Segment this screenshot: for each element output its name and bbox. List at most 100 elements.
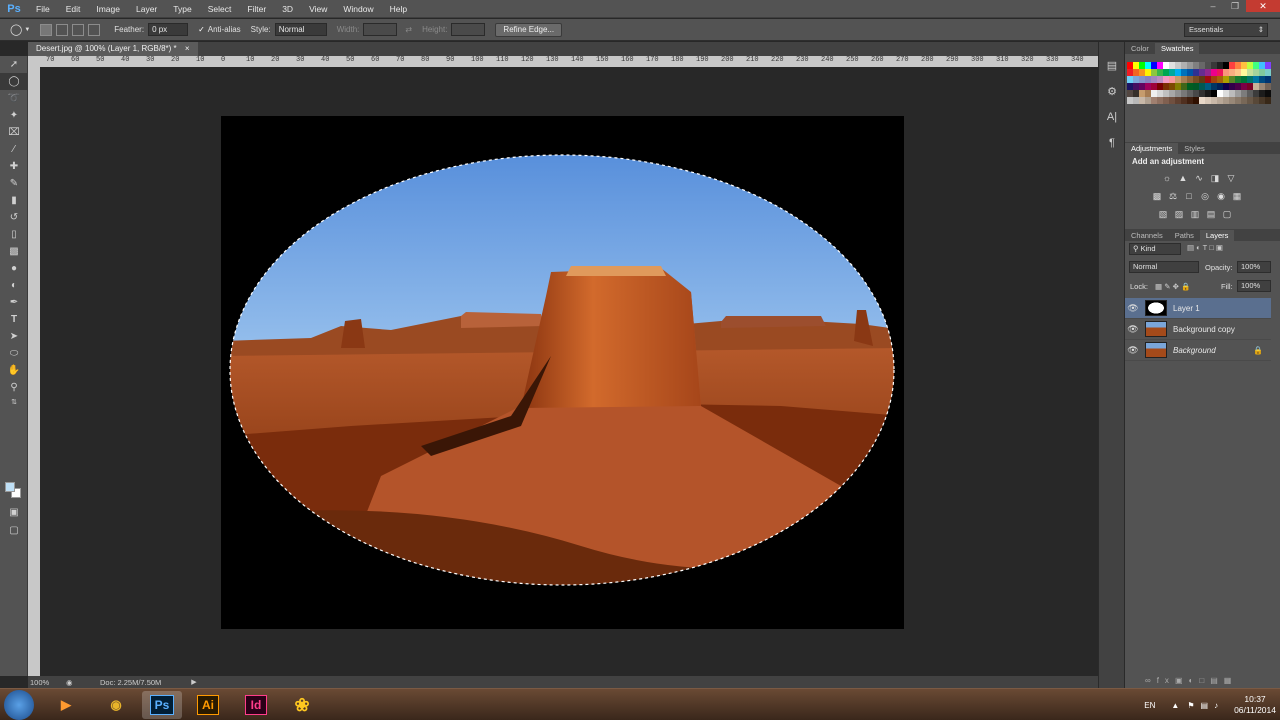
menu-filter[interactable]: Filter	[239, 0, 274, 18]
antialias-control[interactable]: ✓ Anti-alias	[198, 25, 241, 34]
menu-type[interactable]: Type	[165, 0, 199, 18]
lock-transparent-icon[interactable]: ▦	[1155, 282, 1162, 291]
subtract-selection-icon[interactable]	[72, 23, 85, 36]
pixel-filter-icon[interactable]: ▤	[1187, 243, 1194, 252]
network-icon[interactable]: ▤	[1201, 701, 1209, 710]
menu-view[interactable]: View	[301, 0, 335, 18]
width-input[interactable]	[363, 23, 398, 36]
gradient-tool-icon[interactable]: ▩	[0, 243, 28, 260]
ellipse-shape-tool-icon[interactable]: ⬭	[0, 345, 28, 362]
eye-icon[interactable]: 👁	[1125, 324, 1141, 335]
photo-filter-icon[interactable]: ◎	[1199, 190, 1211, 202]
fx-icon[interactable]: fx	[1157, 676, 1175, 685]
zoom-level[interactable]: 100%	[30, 678, 60, 687]
invert-icon[interactable]: ▧	[1157, 208, 1169, 220]
channel-mixer-icon[interactable]: ◉	[1215, 190, 1227, 202]
restore-icon[interactable]: ❐	[1224, 0, 1246, 12]
brightness-icon[interactable]: ☼	[1161, 172, 1173, 184]
menu-image[interactable]: Image	[88, 0, 128, 18]
chrome-icon[interactable]: ◉	[96, 691, 136, 719]
show-hidden-icons-icon[interactable]: ▲	[1171, 701, 1179, 710]
swap-colors-icon[interactable]: ⇅	[0, 396, 28, 408]
link-layers-icon[interactable]: ∞	[1145, 676, 1157, 685]
canvas-area[interactable]	[40, 67, 1098, 676]
color-swatch[interactable]	[1265, 83, 1271, 90]
height-input[interactable]	[451, 23, 486, 36]
elliptical-marquee-tool-icon[interactable]: ◯	[0, 73, 28, 90]
shape-filter-icon[interactable]: □	[1209, 243, 1214, 252]
move-tool-icon[interactable]: ➚	[0, 56, 28, 73]
close-tab-icon[interactable]: ×	[185, 44, 190, 53]
type-filter-icon[interactable]: T	[1203, 243, 1207, 252]
menu-help[interactable]: Help	[382, 0, 415, 18]
menu-window[interactable]: Window	[335, 0, 381, 18]
clock[interactable]: 10:37 06/11/2014	[1234, 694, 1276, 716]
quick-mask-icon[interactable]: ▣	[0, 504, 28, 521]
swatches-grid[interactable]	[1127, 62, 1273, 104]
tab-color[interactable]: Color	[1125, 43, 1155, 54]
eraser-tool-icon[interactable]: ▯	[0, 226, 28, 243]
curves-icon[interactable]: ∿	[1193, 172, 1205, 184]
start-button[interactable]	[4, 690, 34, 720]
lasso-tool-icon[interactable]: ➰	[0, 90, 28, 107]
paragraph-panel-icon[interactable]: ¶	[1099, 130, 1125, 156]
layer-filter-kind[interactable]: ⚲ Kind	[1129, 243, 1181, 255]
intersect-selection-icon[interactable]	[88, 23, 101, 36]
status-info-icon[interactable]: ◉	[66, 678, 78, 687]
minimize-icon[interactable]: –	[1202, 0, 1224, 12]
color-balance-icon[interactable]: ⚖	[1167, 190, 1179, 202]
color-swatch[interactable]	[1265, 69, 1271, 76]
layer-row[interactable]: 👁 Background 🔒	[1125, 340, 1271, 361]
close-icon[interactable]: ✕	[1246, 0, 1280, 12]
eye-icon[interactable]: 👁	[1125, 345, 1141, 356]
adjustment-filter-icon[interactable]: ◐	[1196, 243, 1201, 252]
color-swatch[interactable]	[1265, 76, 1271, 83]
layer-name[interactable]: Background	[1173, 346, 1216, 355]
clone-stamp-tool-icon[interactable]: ▮	[0, 192, 28, 209]
path-selection-tool-icon[interactable]: ➤	[0, 328, 28, 345]
tab-styles[interactable]: Styles	[1178, 143, 1210, 154]
foreground-color-swatch[interactable]	[5, 482, 15, 492]
menu-3d[interactable]: 3D	[274, 0, 301, 18]
tool-preset-picker[interactable]: ◯ ▼	[10, 23, 30, 36]
lock-position-icon[interactable]: ✥	[1173, 282, 1179, 291]
type-tool-icon[interactable]: T	[0, 311, 28, 328]
taskbar-indesign[interactable]: Id	[236, 691, 276, 719]
history-panel-icon[interactable]: ▤	[1099, 52, 1125, 78]
taskbar-illustrator[interactable]: Ai	[188, 691, 228, 719]
color-swatch[interactable]	[1265, 97, 1271, 104]
exposure-icon[interactable]: ◨	[1209, 172, 1221, 184]
layer-name[interactable]: Layer 1	[1173, 304, 1200, 313]
menu-select[interactable]: Select	[200, 0, 240, 18]
feather-input[interactable]: 0 px	[148, 23, 189, 36]
posterize-icon[interactable]: ▨	[1173, 208, 1185, 220]
media-player-icon[interactable]: ▶	[46, 691, 86, 719]
taskbar-photoshop[interactable]: Ps	[142, 691, 182, 719]
lock-all-icon[interactable]: 🔒	[1181, 282, 1190, 291]
screen-mode-icon[interactable]: ▢	[0, 522, 28, 539]
brush-tool-icon[interactable]: ✎	[0, 175, 28, 192]
new-group-icon[interactable]: □	[1199, 676, 1210, 685]
language-indicator[interactable]: EN	[1144, 701, 1155, 710]
tab-layers[interactable]: Layers	[1199, 230, 1235, 241]
color-swatch[interactable]	[1265, 90, 1271, 97]
document-tab[interactable]: Desert.jpg @ 100% (Layer 1, RGB/8*) * ×	[28, 42, 198, 56]
add-mask-icon[interactable]: ▣	[1175, 676, 1189, 685]
dodge-tool-icon[interactable]: ◐	[0, 277, 28, 294]
menu-layer[interactable]: Layer	[128, 0, 165, 18]
volume-icon[interactable]: ♪	[1214, 701, 1218, 710]
layer-row[interactable]: 👁 Background copy	[1125, 319, 1271, 340]
blur-tool-icon[interactable]: ●	[0, 260, 28, 277]
status-menu-arrow-icon[interactable]: ▶	[191, 678, 196, 686]
new-layer-icon[interactable]: ▤	[1210, 676, 1224, 685]
style-select[interactable]: Normal	[274, 23, 327, 36]
new-selection-icon[interactable]	[40, 23, 53, 36]
hue-saturation-icon[interactable]: ▩	[1151, 190, 1163, 202]
blend-mode-select[interactable]: Normal	[1129, 261, 1199, 273]
crop-tool-icon[interactable]: ⌧	[0, 124, 28, 141]
eyedropper-tool-icon[interactable]: ⁄	[0, 141, 28, 158]
refine-edge-button[interactable]: Refine Edge...	[495, 22, 563, 37]
levels-icon[interactable]: ▲	[1177, 172, 1189, 184]
hand-tool-icon[interactable]: ✋	[0, 362, 28, 379]
properties-panel-icon[interactable]: ⚙	[1099, 78, 1125, 104]
